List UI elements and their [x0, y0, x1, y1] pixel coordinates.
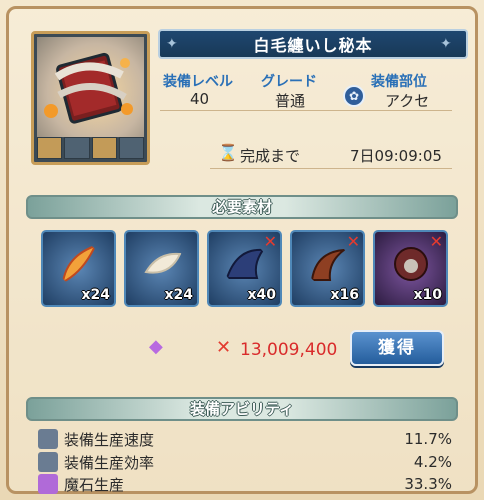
missing-x-icon: ✕: [263, 232, 277, 251]
materials-list: x24 x24 ✕ x40 ✕ x16 ✕ x10: [41, 230, 451, 310]
socket-slot: [37, 137, 63, 159]
white-fur-icon: [144, 252, 182, 274]
slot-label: 装備部位: [371, 74, 427, 90]
insufficient-x-icon: ✕: [216, 337, 232, 358]
magic-stone-icon: ◆: [149, 336, 163, 357]
accessory-slot-icon: ✿: [343, 85, 365, 107]
material-dragon-tail[interactable]: ✕ x16: [290, 230, 365, 307]
item-image-box: [31, 31, 150, 165]
socket-slot: [118, 137, 144, 159]
level-label: 装備レベル: [163, 74, 233, 90]
item-name: 白毛纏いし秘本: [253, 36, 373, 55]
demon-mane-icon: [394, 247, 428, 281]
ability-name: 装備生産速度: [64, 430, 155, 449]
anvil-icon: [38, 452, 58, 472]
ability-row: 魔石生産 33.3%: [38, 473, 452, 495]
ability-value: 4.2%: [413, 453, 452, 471]
level-value: 40: [190, 90, 210, 108]
grade-label: グレード: [261, 74, 317, 90]
material-feather[interactable]: x24: [41, 230, 116, 307]
obtain-button[interactable]: 獲得: [350, 330, 444, 366]
ability-value: 11.7%: [404, 430, 452, 448]
ornament-left-icon: ✦: [166, 36, 179, 52]
material-demon-mane[interactable]: ✕ x10: [373, 230, 448, 307]
item-title-ribbon: ✦ 白毛纏いし秘本 ✦: [158, 29, 468, 59]
ability-value: 33.3%: [404, 475, 452, 493]
ability-name: 魔石生産: [64, 475, 125, 494]
material-dragon-wing[interactable]: ✕ x40: [207, 230, 282, 307]
missing-x-icon: ✕: [429, 232, 443, 251]
feather-icon: [61, 244, 97, 284]
ornament-right-icon: ✦: [440, 36, 453, 52]
dragon-wing-icon: [225, 248, 265, 279]
material-qty: x10: [413, 287, 442, 303]
book-icon: [37, 37, 144, 137]
socket-slot: [64, 137, 90, 159]
info-divider: [160, 110, 452, 111]
slot-value: アクセ: [385, 92, 430, 110]
cost-value: 13,009,400: [240, 340, 338, 360]
material-qty: x24: [81, 287, 110, 303]
ability-row: 装備生産効率 4.2%: [38, 451, 452, 473]
ability-name: 装備生産効率: [64, 453, 155, 472]
anvil-icon: [38, 429, 58, 449]
material-qty: x16: [330, 287, 359, 303]
complete-label: 完成まで: [240, 147, 301, 165]
dragon-tail-icon: [310, 248, 348, 281]
ability-row: 装備生産速度 11.7%: [38, 428, 452, 450]
material-white-fur[interactable]: x24: [124, 230, 199, 307]
missing-x-icon: ✕: [346, 232, 360, 251]
materials-section-title: 必要素材: [26, 195, 458, 219]
socket-slots: [37, 137, 144, 159]
hourglass-icon: ⌛: [218, 143, 238, 162]
socket-slot: [91, 137, 117, 159]
complete-time: 7日09:09:05: [350, 147, 442, 165]
material-qty: x40: [247, 287, 276, 303]
grade-value: 普通: [275, 92, 306, 110]
material-qty: x24: [164, 287, 193, 303]
abilities-section-title: 装備アビリティ: [26, 397, 458, 421]
time-divider: [210, 168, 452, 169]
magic-stone-icon: [38, 474, 58, 494]
